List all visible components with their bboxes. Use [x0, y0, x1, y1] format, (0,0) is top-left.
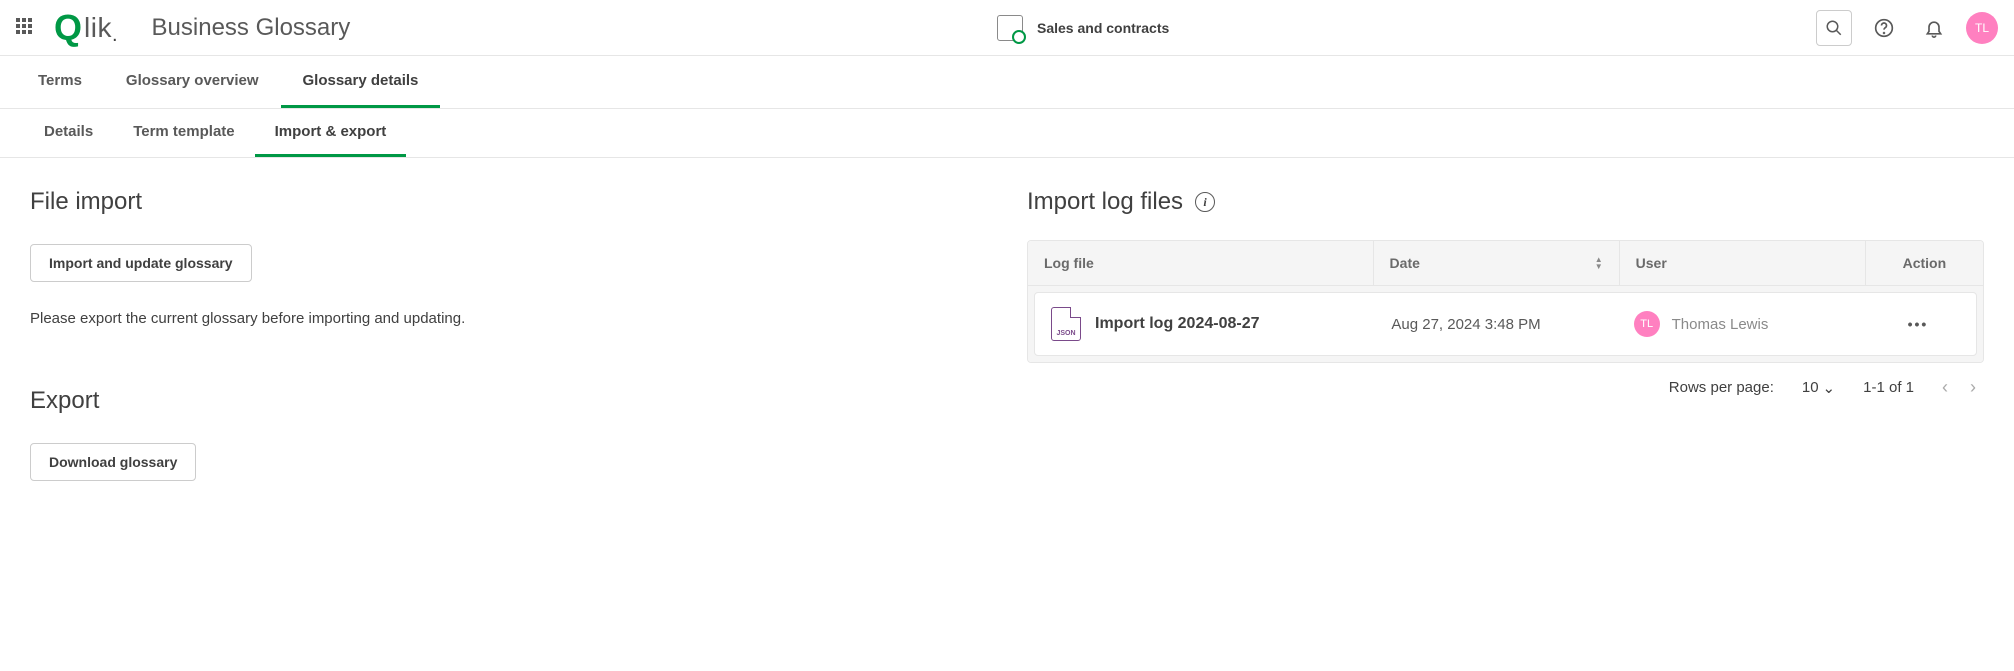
secondary-tabs: Details Term template Import & export	[0, 109, 2014, 158]
user-avatar-small: TL	[1634, 311, 1660, 337]
column-label: Log file	[1044, 255, 1094, 271]
cell-user: TL Thomas Lewis	[1618, 297, 1860, 351]
qlik-logo[interactable]: Qlik.	[54, 7, 118, 49]
column-label: Action	[1903, 255, 1947, 271]
tab-glossary-details[interactable]: Glossary details	[281, 56, 441, 108]
content: File import Import and update glossary P…	[0, 158, 2014, 511]
rows-value: 10	[1802, 379, 1819, 396]
topbar: Qlik. Business Glossary Sales and contra…	[0, 0, 2014, 56]
cell-date: Aug 27, 2024 3:48 PM	[1375, 302, 1617, 347]
help-icon	[1874, 18, 1894, 38]
table-body: JSON Import log 2024-08-27 Aug 27, 2024 …	[1028, 286, 1983, 362]
notifications-button[interactable]	[1916, 10, 1952, 46]
topbar-right: TL	[1816, 10, 1998, 46]
prev-page-button[interactable]: ‹	[1942, 377, 1948, 398]
json-file-icon: JSON	[1051, 307, 1081, 341]
help-button[interactable]	[1866, 10, 1902, 46]
app-launcher-icon[interactable]	[16, 18, 36, 38]
chevron-right-icon: ›	[1970, 377, 1976, 397]
topbar-center: Sales and contracts	[350, 15, 1816, 41]
left-column: File import Import and update glossary P…	[30, 188, 987, 481]
table-row[interactable]: JSON Import log 2024-08-27 Aug 27, 2024 …	[1034, 292, 1977, 356]
rows-per-page-label: Rows per page:	[1669, 379, 1774, 396]
column-log-file[interactable]: Log file	[1028, 241, 1374, 285]
file-import-heading: File import	[30, 188, 987, 216]
next-page-button[interactable]: ›	[1970, 377, 1976, 398]
rows-per-page-select[interactable]: 10 ⌄	[1802, 379, 1835, 397]
row-actions-button[interactable]: •••	[1860, 302, 1976, 346]
pagination: Rows per page: 10 ⌄ 1-1 of 1 ‹ ›	[1027, 363, 1984, 398]
column-date[interactable]: Date ▲▼	[1374, 241, 1620, 285]
tab-glossary-overview[interactable]: Glossary overview	[104, 56, 281, 108]
user-name: Thomas Lewis	[1672, 316, 1769, 333]
subtab-import-export[interactable]: Import & export	[255, 109, 407, 157]
glossary-icon	[997, 15, 1023, 41]
tab-terms[interactable]: Terms	[16, 56, 104, 108]
export-heading: Export	[30, 387, 987, 415]
table-header: Log file Date ▲▼ User Action	[1028, 241, 1983, 286]
pager-nav: ‹ ›	[1942, 377, 1976, 398]
column-user[interactable]: User	[1620, 241, 1866, 285]
chevron-left-icon: ‹	[1942, 377, 1948, 397]
subtab-term-template[interactable]: Term template	[113, 109, 254, 157]
column-label: User	[1636, 255, 1667, 271]
info-icon[interactable]: i	[1195, 192, 1215, 212]
import-log-heading: Import log files	[1027, 188, 1183, 216]
export-section: Export Download glossary	[30, 387, 987, 481]
right-column: Import log files i Log file Date ▲▼ User…	[1027, 188, 1984, 481]
import-helper-text: Please export the current glossary befor…	[30, 310, 987, 327]
column-label: Date	[1390, 255, 1420, 271]
page-range: 1-1 of 1	[1863, 379, 1914, 396]
glossary-name: Sales and contracts	[1037, 20, 1169, 36]
subtab-details[interactable]: Details	[24, 109, 113, 157]
glossary-breadcrumb[interactable]: Sales and contracts	[997, 15, 1169, 41]
sort-icon[interactable]: ▲▼	[1595, 256, 1603, 270]
search-icon	[1825, 19, 1843, 37]
import-update-button[interactable]: Import and update glossary	[30, 244, 252, 282]
more-icon: •••	[1908, 316, 1929, 332]
cell-file: JSON Import log 2024-08-27	[1035, 293, 1375, 355]
search-button[interactable]	[1816, 10, 1852, 46]
bell-icon	[1924, 18, 1944, 38]
file-name: Import log 2024-08-27	[1095, 315, 1260, 333]
user-avatar[interactable]: TL	[1966, 12, 1998, 44]
column-action: Action	[1866, 241, 1983, 285]
import-log-table: Log file Date ▲▼ User Action JSON Impor	[1027, 240, 1984, 363]
chevron-down-icon: ⌄	[1823, 379, 1836, 397]
page-title: Business Glossary	[152, 14, 351, 42]
import-log-heading-row: Import log files i	[1027, 188, 1984, 216]
download-glossary-button[interactable]: Download glossary	[30, 443, 196, 481]
primary-tabs: Terms Glossary overview Glossary details	[0, 56, 2014, 109]
